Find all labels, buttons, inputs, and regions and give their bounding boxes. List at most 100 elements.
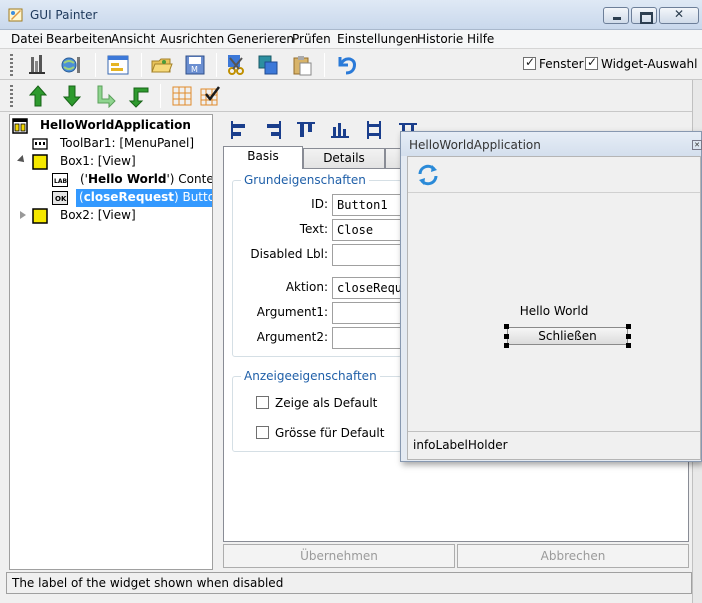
main-toolbar: M Fenster Widget-Auswahl bbox=[0, 48, 702, 80]
menu-ausrichten[interactable]: Ausrichten bbox=[160, 32, 224, 46]
menu-hilfe[interactable]: Hilfe bbox=[467, 32, 494, 46]
toolbar-grip[interactable] bbox=[10, 85, 13, 107]
menu-pruefen[interactable]: Prüfen bbox=[292, 32, 331, 46]
text-field[interactable]: Close bbox=[332, 219, 402, 241]
svg-text:LAB: LAB bbox=[54, 178, 67, 185]
window-layout-icon[interactable] bbox=[106, 53, 130, 77]
tab-details[interactable]: Details bbox=[303, 148, 385, 168]
selection-handle[interactable] bbox=[626, 343, 631, 348]
svg-text:M: M bbox=[191, 65, 198, 74]
tree-box1-node[interactable]: Box1: [View] bbox=[17, 153, 212, 171]
indent-right-icon[interactable] bbox=[94, 84, 118, 109]
maximize-button[interactable] bbox=[631, 7, 657, 24]
argument1-field[interactable] bbox=[332, 302, 402, 324]
id-label: ID: bbox=[311, 197, 328, 211]
argument2-field[interactable] bbox=[332, 327, 402, 349]
button-widget-icon: OK bbox=[52, 190, 68, 206]
text-label: Text: bbox=[299, 222, 328, 236]
toolbar-separator bbox=[160, 84, 161, 108]
fenster-check-icon bbox=[523, 55, 536, 70]
selection-handle[interactable] bbox=[504, 334, 509, 339]
move-down-icon[interactable] bbox=[60, 84, 84, 108]
disabled-label-field[interactable] bbox=[332, 244, 402, 266]
svg-text:OK: OK bbox=[55, 195, 67, 203]
minimize-button[interactable] bbox=[603, 7, 629, 24]
distribute-vertical-icon[interactable] bbox=[363, 119, 385, 141]
argument2-label: Argument2: bbox=[256, 330, 328, 344]
menu-generieren[interactable]: Generieren bbox=[227, 32, 294, 46]
menu-datei[interactable]: Datei bbox=[11, 32, 43, 46]
tree-button-node[interactable]: OK (closeRequest) Button1 bbox=[52, 189, 212, 207]
preview-close-icon[interactable]: ✕ bbox=[692, 140, 702, 150]
schliessen-button[interactable]: Schließen bbox=[507, 327, 628, 345]
tab-basis[interactable]: Basis bbox=[223, 146, 303, 169]
hello-world-label: Hello World bbox=[519, 304, 589, 318]
paste-icon[interactable] bbox=[290, 53, 314, 77]
menu-bar: Datei Bearbeiten Ansicht Ausrichten Gene… bbox=[0, 30, 702, 48]
align-left-icon[interactable] bbox=[229, 119, 251, 141]
toolbar-separator bbox=[324, 53, 325, 77]
undo-icon[interactable] bbox=[334, 53, 358, 77]
toolbar-separator bbox=[216, 53, 217, 77]
navigation-toolbar bbox=[0, 80, 692, 112]
copy-icon[interactable] bbox=[256, 53, 280, 77]
outdent-left-icon[interactable] bbox=[128, 84, 152, 108]
selection-handle[interactable] bbox=[504, 324, 509, 329]
menu-panel-icon bbox=[32, 136, 48, 152]
fenster-checkbox[interactable]: Fenster bbox=[523, 55, 584, 73]
menu-historie[interactable]: Historie bbox=[417, 32, 463, 46]
application-icon bbox=[12, 118, 28, 134]
id-field[interactable]: Button1 bbox=[332, 194, 402, 216]
preview-body: Hello World Schließen infoLabelHolder bbox=[407, 156, 701, 460]
check-grid-icon[interactable] bbox=[198, 84, 222, 108]
grid-icon[interactable] bbox=[170, 84, 194, 108]
tree-box2-node[interactable]: Box2: [View] bbox=[18, 207, 212, 225]
wizard-icon[interactable] bbox=[26, 53, 50, 77]
close-button[interactable] bbox=[659, 7, 699, 24]
group-display-title: Anzeigeeigenschaften bbox=[241, 369, 380, 383]
selection-handle[interactable] bbox=[504, 343, 509, 348]
main-window: GUI Painter Datei Bearbeiten Ansicht Aus… bbox=[0, 0, 702, 603]
menu-bearbeiten[interactable]: Bearbeiten bbox=[46, 32, 112, 46]
align-right-icon[interactable] bbox=[261, 119, 283, 141]
move-up-icon[interactable] bbox=[26, 84, 50, 108]
view-box-icon bbox=[32, 208, 48, 224]
toolbar-grip[interactable] bbox=[10, 54, 13, 76]
save-macro-icon[interactable]: M bbox=[183, 53, 207, 77]
argument1-label: Argument1: bbox=[256, 305, 328, 319]
tree-label-node[interactable]: LAB ('Hello World') Contents bbox=[52, 171, 212, 189]
align-bottom-icon[interactable] bbox=[329, 119, 351, 141]
preview-canvas: Hello World Schließen bbox=[408, 194, 700, 430]
menu-ansicht[interactable]: Ansicht bbox=[111, 32, 155, 46]
view-box-icon bbox=[32, 154, 48, 170]
preview-window[interactable]: HelloWorldApplication ✕ Hello World Schl… bbox=[400, 131, 702, 462]
apply-button[interactable]: Übernehmen bbox=[223, 544, 455, 568]
title-bar: GUI Painter bbox=[0, 0, 702, 30]
menu-einstellungen[interactable]: Einstellungen bbox=[337, 32, 418, 46]
panel-splitter[interactable] bbox=[213, 114, 221, 570]
cancel-button[interactable]: Abbrechen bbox=[457, 544, 689, 568]
selection-handle[interactable] bbox=[626, 324, 631, 329]
tree-root-node[interactable]: HelloWorldApplication bbox=[12, 117, 212, 135]
label-widget-icon: LAB bbox=[52, 172, 68, 188]
open-folder-icon[interactable] bbox=[150, 53, 174, 77]
cut-icon[interactable] bbox=[224, 53, 248, 77]
toolbar-separator bbox=[141, 53, 142, 77]
collapse-arrow-icon[interactable] bbox=[20, 211, 26, 219]
selection-handle[interactable] bbox=[626, 334, 631, 339]
toolbar-separator bbox=[95, 53, 96, 77]
default-size-checkbox[interactable]: Grösse für Default bbox=[256, 426, 384, 440]
tree-toolbar-node[interactable]: ToolBar1: [MenuPanel] bbox=[32, 135, 212, 153]
action-field[interactable]: closeRequest bbox=[332, 277, 402, 299]
widget-tree[interactable]: HelloWorldApplication ToolBar1: [MenuPan… bbox=[9, 114, 213, 570]
expand-arrow-icon[interactable] bbox=[17, 155, 27, 165]
globe-settings-icon[interactable] bbox=[60, 53, 84, 77]
show-default-checkbox[interactable]: Zeige als Default bbox=[256, 396, 377, 410]
align-top-icon[interactable] bbox=[295, 119, 317, 141]
refresh-icon[interactable] bbox=[416, 163, 440, 187]
widget-auswahl-checkbox[interactable]: Widget-Auswahl bbox=[585, 55, 698, 73]
action-label: Aktion: bbox=[285, 280, 328, 294]
info-label-holder: infoLabelHolder bbox=[408, 431, 700, 459]
preview-title-bar[interactable]: HelloWorldApplication ✕ bbox=[401, 132, 702, 156]
group-basic-title: Grundeigenschaften bbox=[241, 173, 369, 187]
